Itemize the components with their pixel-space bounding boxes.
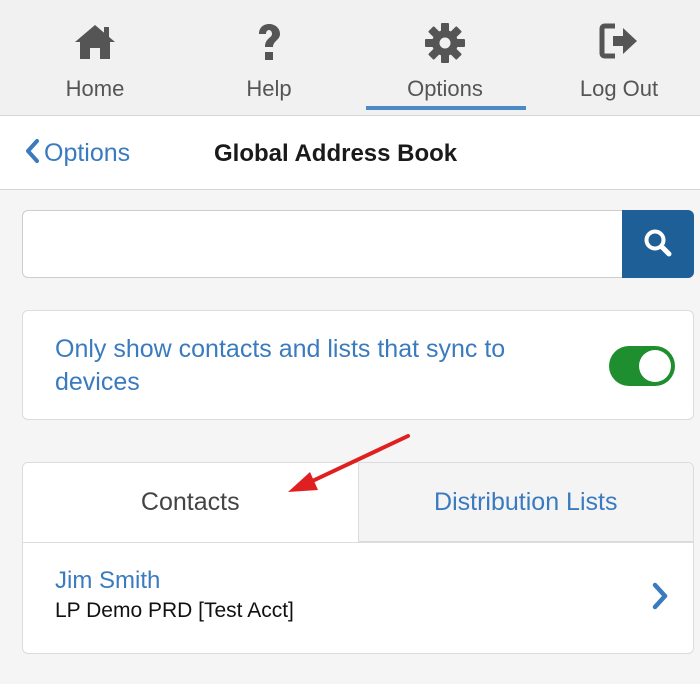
sub-header: Options Global Address Book [0,116,700,190]
sync-filter-card: Only show contacts and lists that sync t… [22,310,694,420]
search-bar [22,210,694,278]
page-title: Global Address Book [214,140,458,167]
nav-home[interactable]: Home [8,0,182,116]
nav-help[interactable]: Help [182,0,356,116]
nav-logout-label: Log Out [579,76,659,101]
sync-filter-label: Only show contacts and lists that sync t… [55,335,506,396]
chevron-right-icon [651,581,669,616]
home-icon [73,22,117,67]
toggle-knob [639,350,671,382]
contact-account: LP Demo PRD [Test Acct] [55,599,294,622]
search-button[interactable] [622,210,694,278]
nav-logout[interactable]: Log Out [532,0,700,116]
nav-active-indicator [366,106,526,110]
tab-bar: Contacts Distribution Lists [22,462,694,542]
contact-name: Jim Smith [55,567,161,594]
tab-contacts[interactable]: Contacts [23,463,359,542]
gear-icon [424,22,466,69]
nav-options[interactable]: Options [358,0,532,116]
back-button[interactable]: Options [24,138,130,168]
list-item[interactable]: Jim Smith LP Demo PRD [Test Acct] [22,542,694,654]
back-label: Options [44,138,131,167]
search-icon [643,228,673,261]
nav-home-label: Home [65,76,125,101]
nav-options-label: Options [407,76,483,101]
help-icon [254,22,284,69]
chevron-left-icon [24,138,40,169]
logout-icon [599,22,639,65]
top-nav: Home Help Options Log Out [0,0,700,116]
sync-filter-toggle[interactable] [609,346,675,386]
nav-help-label: Help [246,76,292,101]
search-input[interactable] [22,210,622,278]
tab-distribution-lists[interactable]: Distribution Lists [358,463,693,542]
